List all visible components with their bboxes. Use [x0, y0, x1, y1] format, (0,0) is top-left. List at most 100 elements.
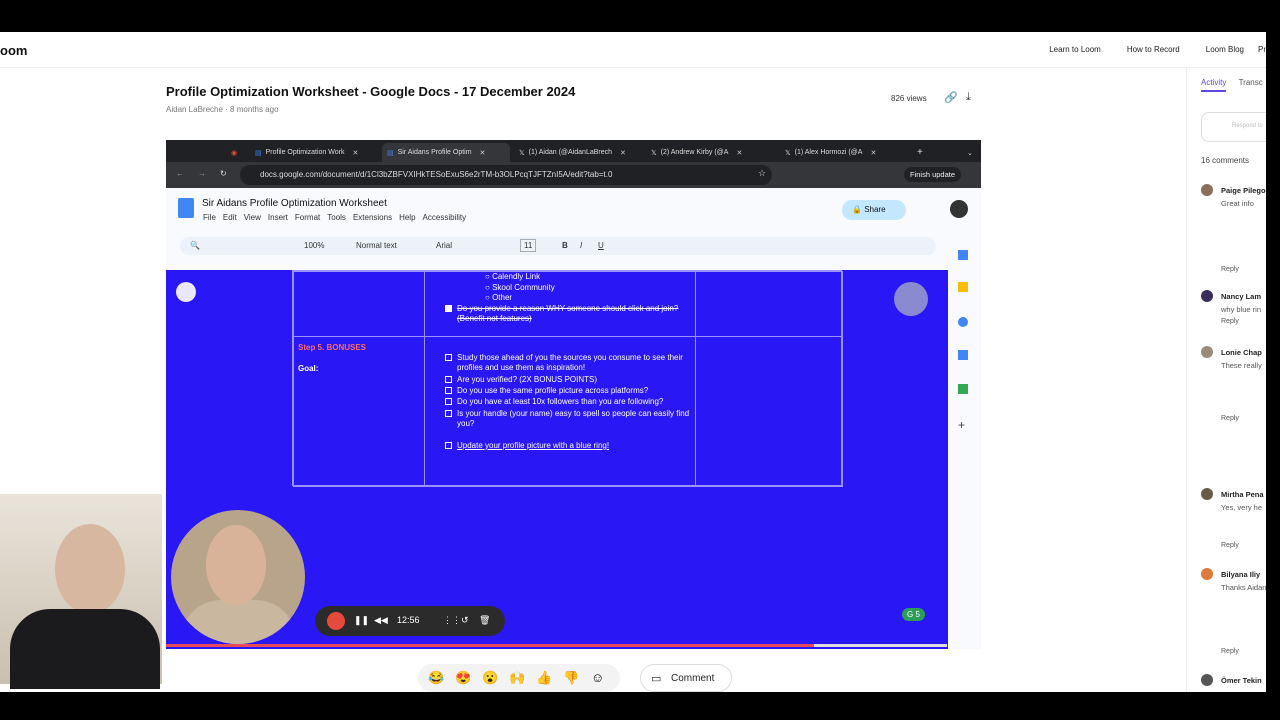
comment-item: Ömer Tekin — [1201, 674, 1266, 690]
reply-button[interactable]: Reply — [1221, 413, 1239, 424]
browser-tab[interactable]: 𝕏 (1) Aidan (@AidanLaBrech ✕ — [514, 143, 642, 162]
menu-insert[interactable]: Insert — [268, 213, 288, 222]
raised-hands-emoji-button[interactable]: 🙌 — [509, 670, 525, 686]
avatar — [1201, 488, 1213, 500]
table-cell — [695, 271, 843, 337]
menu-view[interactable]: View — [244, 213, 261, 222]
checklist-item[interactable]: Do you use the same profile picture acro… — [445, 386, 697, 396]
avatar[interactable] — [950, 200, 968, 218]
menu-accessibility[interactable]: Accessibility — [423, 213, 467, 222]
thumbs-up-emoji-button[interactable]: 👍 — [536, 670, 552, 686]
docs-logo-icon[interactable] — [178, 198, 194, 218]
grammarly-badge-icon[interactable]: G 5 — [902, 608, 925, 621]
menu-format[interactable]: Format — [295, 213, 320, 222]
grid-icon[interactable]: ⋮⋮ — [443, 615, 461, 626]
underline-icon[interactable]: U — [598, 241, 604, 250]
browser-tab-active[interactable]: ▤ Sir Aidans Profile Optim ✕ — [382, 143, 510, 162]
reply-button[interactable]: Reply — [1221, 540, 1239, 551]
video-progress-bar[interactable] — [166, 644, 947, 647]
worksheet-table: ○ Calendly Link ○ Skool Community ○ Othe… — [292, 270, 843, 487]
nav-link-blog[interactable]: Loom Blog — [1206, 45, 1244, 54]
comment-button[interactable]: ▭ Comment — [640, 664, 732, 692]
checkbox-icon[interactable] — [445, 442, 452, 449]
menu-help[interactable]: Help — [399, 213, 415, 222]
calendar-icon[interactable] — [958, 250, 968, 260]
font-select[interactable]: Arial — [436, 241, 452, 250]
search-icon[interactable]: 🔍 — [190, 241, 200, 250]
maps-icon[interactable] — [958, 384, 968, 394]
finish-update-button[interactable]: Finish update — [904, 167, 962, 182]
browser-tab[interactable]: ▤ Profile Optimization Work ✕ — [250, 143, 378, 162]
forward-icon[interactable]: → — [198, 169, 206, 178]
download-icon[interactable]: ⤓ — [966, 91, 971, 104]
contacts-icon[interactable] — [958, 350, 968, 360]
bookmark-star-icon[interactable]: ☆ — [758, 168, 766, 179]
reply-button[interactable]: Reply — [1221, 316, 1239, 327]
checklist-item[interactable]: Do you have at least 10x followers than … — [445, 397, 697, 407]
add-addon-icon[interactable]: + — [958, 418, 965, 432]
goal-label: Goal: — [298, 364, 319, 373]
thumbs-down-emoji-button[interactable]: 👎 — [563, 670, 579, 686]
comment-item: Nancy Lam why blue rin Reply — [1201, 290, 1266, 330]
pause-icon[interactable]: ❚❚ — [354, 615, 369, 626]
checklist-item[interactable]: Are you verified? (2X BONUS POINTS) — [445, 375, 697, 385]
reload-icon[interactable]: ↻ — [220, 169, 227, 178]
style-select[interactable]: Normal text — [356, 241, 397, 250]
reply-button[interactable]: Reply — [1221, 646, 1239, 657]
outline-icon[interactable] — [176, 282, 196, 302]
share-button[interactable]: 🔒 Share — [842, 200, 906, 220]
loom-logo[interactable]: oom — [0, 43, 27, 58]
tasks-icon[interactable] — [958, 317, 968, 327]
browser-tab[interactable]: 𝕏 (2) Andrew Kirby (@A ✕ — [646, 143, 774, 162]
link-icon[interactable]: 🔗 — [944, 91, 958, 104]
nav-link-how-to-record[interactable]: How to Record — [1127, 45, 1180, 54]
checkbox-icon[interactable] — [445, 410, 452, 417]
back-icon[interactable]: ← — [176, 169, 184, 178]
delete-icon[interactable]: 🗑 — [479, 615, 490, 626]
table-cell: Study those ahead of you the sources you… — [424, 336, 696, 487]
activity-panel: Activity Transc Respond to 16 comments P… — [1186, 68, 1266, 692]
wow-emoji-button[interactable]: 😮 — [482, 670, 498, 686]
checkbox-icon[interactable] — [445, 376, 452, 383]
checked-box-icon[interactable] — [445, 305, 452, 312]
browser-tab[interactable]: 𝕏 (1) Alex Hormozi (@A ✕ — [780, 143, 908, 162]
nav-links: Learn to Loom How to Record Loom Blog Pr — [1023, 45, 1266, 54]
zoom-select[interactable]: 100% — [304, 241, 324, 250]
reply-button[interactable]: Reply — [1221, 264, 1239, 275]
respond-input[interactable]: Respond to — [1201, 112, 1266, 142]
presenter-bubble[interactable] — [171, 510, 305, 644]
laugh-emoji-button[interactable]: 😂 — [428, 670, 444, 686]
checkbox-icon[interactable] — [445, 398, 452, 405]
menu-edit[interactable]: Edit — [223, 213, 237, 222]
new-tab-button[interactable]: + — [912, 143, 928, 162]
restart-icon[interactable]: ↺ — [461, 615, 469, 626]
bold-icon[interactable]: B — [562, 241, 568, 250]
table-cell: ○ Calendly Link ○ Skool Community ○ Othe… — [424, 271, 696, 337]
author-name[interactable]: Aidan LaBreche — [166, 105, 223, 114]
add-reaction-icon[interactable]: ☺ — [591, 670, 604, 685]
menu-file[interactable]: File — [203, 213, 216, 222]
checklist-item[interactable]: Is your handle (your name) easy to spell… — [445, 409, 697, 429]
checkbox-icon[interactable] — [445, 354, 452, 361]
comment-item: Lonie Chap These really Reply — [1201, 346, 1266, 476]
address-input[interactable]: docs.google.com/document/d/1Cl3bZBFVXIHk… — [240, 165, 772, 185]
nav-link-more[interactable]: Pr — [1258, 45, 1266, 54]
checklist-item[interactable]: Update your profile picture with a blue … — [445, 441, 697, 451]
checklist-item[interactable]: Study those ahead of you the sources you… — [445, 353, 697, 373]
stop-record-button[interactable] — [327, 612, 345, 630]
keep-icon[interactable] — [958, 282, 968, 292]
font-size-input[interactable]: 11 — [520, 239, 537, 252]
checkbox-icon[interactable] — [445, 387, 452, 394]
video-meta: Aidan LaBreche · 8 months ago — [166, 105, 279, 114]
doc-title[interactable]: Sir Aidans Profile Optimization Workshee… — [202, 198, 387, 209]
italic-icon[interactable]: I — [580, 241, 582, 250]
tab-menu-icon[interactable]: ⌄ — [962, 143, 978, 162]
nav-link-learn[interactable]: Learn to Loom — [1049, 45, 1101, 54]
rewind-icon[interactable]: ◀◀ — [374, 615, 388, 626]
menu-extensions[interactable]: Extensions — [353, 213, 392, 222]
tab-activity[interactable]: Activity — [1201, 78, 1227, 92]
checklist-item-done[interactable]: Do you provide a reason WHY someone shou… — [445, 304, 689, 324]
menu-tools[interactable]: Tools — [327, 213, 346, 222]
heart-eyes-emoji-button[interactable]: 😍 — [455, 670, 471, 686]
tab-transcript[interactable]: Transc — [1239, 78, 1263, 87]
